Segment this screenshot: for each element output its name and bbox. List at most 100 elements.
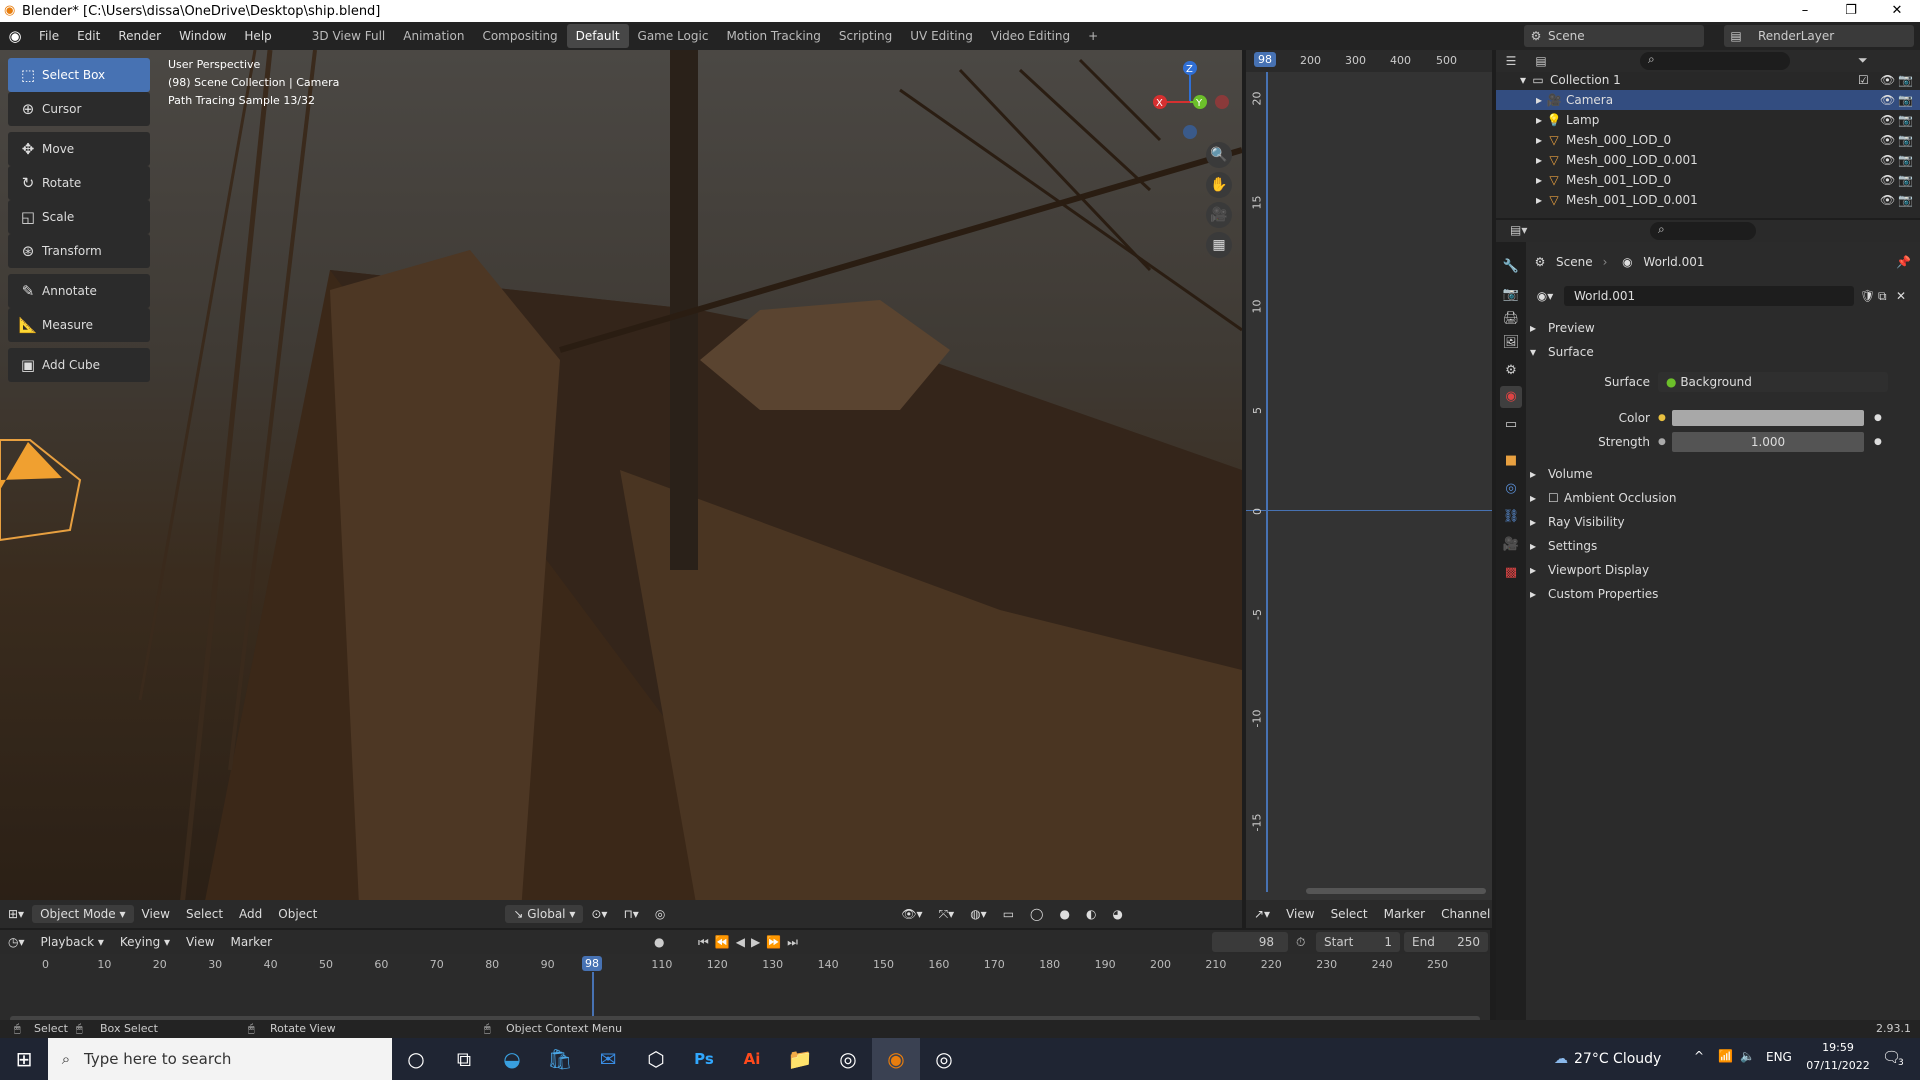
tab-default[interactable]: Default: [566, 24, 629, 48]
outliner[interactable]: ☰ ▤ ⌕ ⏷ ▾ ▭ Collection 1 ☑ 👁 📷 ▸ 🎥 Camer…: [1496, 50, 1920, 218]
tool-annotate[interactable]: ✎ Annotate: [8, 274, 150, 308]
checkbox-icon[interactable]: ☐: [1548, 491, 1564, 505]
checkbox-icon[interactable]: ☑: [1858, 73, 1869, 87]
unlink-icon[interactable]: ✕: [1896, 289, 1906, 303]
current-frame-field[interactable]: 98: [1212, 932, 1288, 952]
add-workspace-button[interactable]: +: [1079, 24, 1107, 48]
eye-icon[interactable]: 👁: [1880, 153, 1895, 167]
outliner-item-mesh[interactable]: ▸ ▽ Mesh_001_LOD_0 👁 📷: [1496, 170, 1920, 190]
texture-tab-icon[interactable]: ▩: [1500, 562, 1522, 584]
render-icon[interactable]: 📷: [1898, 133, 1913, 147]
tool-select-box[interactable]: ⬚ Select Box: [8, 58, 150, 92]
tool-transform[interactable]: ⊛ Transform: [8, 234, 150, 268]
auto-keying-icon[interactable]: ●: [654, 935, 664, 949]
navigation-gizmo[interactable]: Z X Y: [1148, 58, 1232, 148]
menu-file[interactable]: File: [30, 22, 68, 50]
weather-widget[interactable]: ☁ 27°C Cloudy: [1554, 1038, 1661, 1080]
expand-icon[interactable]: ▸: [1496, 93, 1542, 107]
3d-viewport[interactable]: ⬚ Select Box ⊕ Cursor ✥ Move ↻ Rotate ◱ Scale…: [0, 50, 1242, 926]
tab-video-editing[interactable]: Video Editing: [982, 24, 1079, 48]
tool-measure[interactable]: 📐 Measure: [8, 308, 150, 342]
chrome-icon[interactable]: ◎: [920, 1038, 968, 1080]
timeline-menu-keying[interactable]: Keying ▾: [112, 928, 178, 956]
minimize-icon[interactable]: –: [1782, 0, 1828, 22]
world-browse-icon[interactable]: ◉▾: [1530, 289, 1560, 303]
socket-icon[interactable]: ●: [1658, 413, 1666, 423]
render-icon[interactable]: 📷: [1898, 173, 1913, 187]
color-swatch[interactable]: [1672, 410, 1864, 426]
taskbar-search-box[interactable]: ⌕ Type here to search: [48, 1038, 392, 1080]
close-icon[interactable]: ✕: [1874, 0, 1920, 22]
render-icon[interactable]: 📷: [1898, 93, 1913, 107]
properties-editor-icon[interactable]: ▤▾: [1510, 223, 1527, 237]
view-layer-tab-icon[interactable]: 🖼: [1500, 332, 1522, 354]
render-tab-icon[interactable]: 📷: [1500, 284, 1522, 306]
render-layer-selector[interactable]: ▤ RenderLayer: [1724, 25, 1914, 47]
socket-icon[interactable]: ●: [1658, 437, 1666, 447]
tab-scripting[interactable]: Scripting: [830, 24, 901, 48]
fake-user-icon[interactable]: 🛡: [1860, 289, 1875, 303]
tool-move[interactable]: ✥ Move: [8, 132, 150, 166]
graph-editor[interactable]: 98 200 300 400 500 20 15 10 5 0 -5 -10 -…: [1246, 50, 1492, 900]
panel-custom-properties[interactable]: ▸ Custom Properties: [1530, 582, 1920, 606]
eye-icon[interactable]: 👁: [1880, 193, 1895, 207]
file-explorer-icon[interactable]: 📁: [776, 1038, 824, 1080]
filter-icon[interactable]: ⏷: [1858, 53, 1868, 68]
scene-selector[interactable]: ⚙ Scene: [1524, 25, 1704, 47]
expand-icon[interactable]: ▸: [1496, 173, 1542, 187]
overlay-toggle-icon[interactable]: ◍▾: [962, 900, 995, 928]
pivot-icon[interactable]: ⊙▾: [583, 900, 615, 928]
outliner-search-icon[interactable]: ⌕: [1640, 52, 1790, 70]
start-frame-field[interactable]: Start 1: [1316, 932, 1400, 952]
edge-icon[interactable]: ◒: [488, 1038, 536, 1080]
tab-compositing[interactable]: Compositing: [473, 24, 566, 48]
expand-icon[interactable]: ▸: [1496, 113, 1542, 127]
eye-icon[interactable]: 👁: [1880, 93, 1895, 107]
clock-date[interactable]: 07/11/2022: [1802, 1059, 1874, 1072]
expand-icon[interactable]: ▸: [1496, 193, 1542, 207]
viewport-menu-add[interactable]: Add: [231, 900, 270, 928]
physics-tab-icon[interactable]: ◎: [1500, 478, 1522, 500]
mail-icon[interactable]: ✉: [584, 1038, 632, 1080]
gizmo-toggle-icon[interactable]: ⤧▾: [931, 900, 963, 928]
timeline-editor-icon[interactable]: ◷▾: [0, 928, 33, 956]
panel-volume[interactable]: ▸ Volume: [1530, 462, 1920, 486]
tool-cursor[interactable]: ⊕ Cursor: [8, 92, 150, 126]
shading-wireframe-icon[interactable]: ◯: [1022, 900, 1051, 928]
pin-icon[interactable]: 📌: [1896, 255, 1911, 269]
duplicate-icon[interactable]: ⧉: [1878, 289, 1887, 304]
shading-rendered-icon[interactable]: ◕: [1104, 900, 1130, 928]
tray-chevron-icon[interactable]: ^: [1694, 1049, 1704, 1063]
data-tab-icon[interactable]: 🎥: [1500, 534, 1522, 556]
constraints-tab-icon[interactable]: ⛓: [1500, 506, 1522, 528]
shading-material-icon[interactable]: ◐: [1078, 900, 1104, 928]
tab-game-logic[interactable]: Game Logic: [629, 24, 718, 48]
tab-motion-tracking[interactable]: Motion Tracking: [717, 24, 829, 48]
snap-icon[interactable]: ⊓▾: [615, 900, 646, 928]
graph-menu-channel[interactable]: Channel: [1433, 900, 1498, 928]
eye-icon[interactable]: 👁: [1880, 173, 1895, 187]
blender-menu-icon[interactable]: ◉: [0, 27, 30, 45]
playback-controls[interactable]: ⏮⏪◀▶⏩⏭: [698, 935, 804, 950]
timeline-playhead[interactable]: [592, 972, 594, 1016]
timeline-menu-marker[interactable]: Marker: [223, 928, 280, 956]
chrome-icon[interactable]: ◎: [824, 1038, 872, 1080]
keyframe-dot-icon[interactable]: ●: [1874, 437, 1882, 447]
windows-start-icon[interactable]: ⊞: [0, 1038, 48, 1080]
clock-time[interactable]: 19:59: [1808, 1041, 1868, 1054]
graph-editor-type-icon[interactable]: ↗▾: [1246, 900, 1278, 928]
panel-preview[interactable]: ▸ Preview: [1530, 316, 1920, 340]
illustrator-icon[interactable]: Ai: [728, 1038, 776, 1080]
language-indicator[interactable]: ENG: [1766, 1050, 1792, 1064]
object-tab-icon[interactable]: ■: [1500, 450, 1522, 472]
world-tab-icon[interactable]: ◉: [1500, 386, 1522, 408]
ortho-grid-icon[interactable]: ▦: [1206, 232, 1232, 258]
world-name-field[interactable]: World.001: [1564, 286, 1854, 306]
outliner-item-mesh[interactable]: ▸ ▽ Mesh_001_LOD_0.001 👁 📷: [1496, 190, 1920, 210]
pan-hand-icon[interactable]: ✋: [1206, 172, 1232, 198]
timeline-menu-view[interactable]: View: [178, 928, 222, 956]
viewport-menu-object[interactable]: Object: [270, 900, 325, 928]
camera-view-icon[interactable]: 🎥: [1206, 202, 1232, 228]
editor-type-icon[interactable]: ⊞▾: [0, 900, 32, 928]
timeline[interactable]: ◷▾ Playback ▾ Keying ▾ View Marker ● ⏮⏪◀…: [0, 930, 1490, 1026]
